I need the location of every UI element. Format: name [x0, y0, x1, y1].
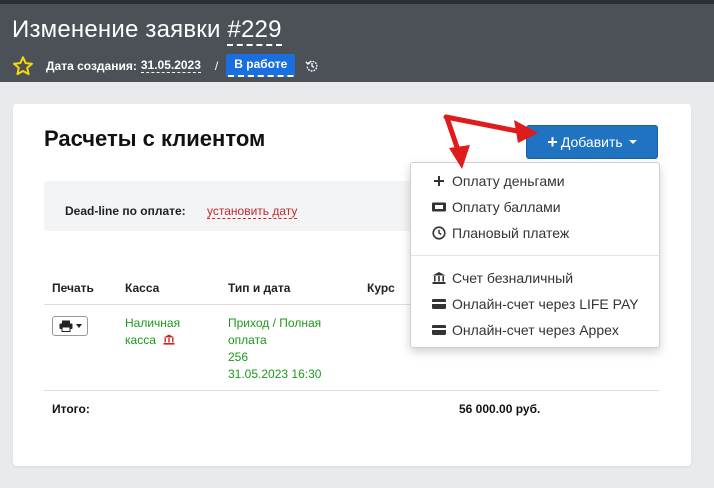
caret-down-icon — [75, 324, 82, 328]
total-label: Итого: — [52, 402, 90, 416]
add-dropdown-menu: Оплату деньгами Оплату баллами Плановый … — [410, 162, 660, 348]
kassa-line1: Наличная — [125, 316, 181, 330]
kassa-line2: касса — [125, 333, 156, 347]
menu-item-lifepay-invoice[interactable]: Онлайн-счет через LIFE PAY — [431, 294, 639, 314]
card-title: Расчеты с клиентом — [44, 126, 266, 151]
ticket-icon — [432, 202, 446, 212]
header-meta: Дата создания: 31.05.2023 / В работе — [12, 54, 319, 77]
created-date[interactable]: 31.05.2023 — [140, 58, 201, 73]
credit-card-icon — [432, 325, 446, 335]
plus-icon: + — [547, 132, 558, 152]
menu-divider — [411, 255, 659, 256]
clock-icon — [432, 226, 446, 240]
history-icon[interactable] — [305, 59, 319, 73]
add-button-label: Добавить — [560, 134, 623, 150]
menu-item-label: Счет безналичный — [452, 270, 574, 286]
col-header-print: Печать — [52, 281, 94, 295]
menu-item-planned-payment[interactable]: Плановый платеж — [431, 223, 569, 243]
kassa-cell: Наличная касса — [125, 315, 180, 349]
set-deadline-link[interactable]: установить дату — [207, 204, 298, 219]
menu-item-pay-cash[interactable]: Оплату деньгами — [431, 171, 565, 191]
credit-card-icon — [432, 299, 446, 309]
plus-icon — [434, 176, 444, 186]
star-icon[interactable] — [12, 55, 34, 77]
bank-icon[interactable] — [163, 334, 175, 345]
menu-item-appex-invoice[interactable]: Онлайн-счет через Appex — [431, 320, 619, 340]
type-line2: оплата — [228, 333, 267, 347]
type-line1: Приход / Полная — [228, 316, 322, 330]
col-header-kassa: Касса — [125, 281, 160, 295]
caret-down-icon — [628, 140, 637, 144]
separator: / — [214, 58, 219, 73]
menu-item-label: Плановый платеж — [452, 225, 570, 241]
created-label: Дата создания: — [46, 58, 137, 73]
menu-item-pay-points[interactable]: Оплату баллами — [431, 197, 561, 217]
menu-item-label: Оплату баллами — [452, 199, 561, 215]
printer-icon — [59, 320, 72, 332]
page-header: Изменение заявки #229 Дата создания: 31.… — [0, 0, 714, 82]
page-title: Изменение заявки #229 — [12, 16, 282, 46]
title-prefix: Изменение заявки — [12, 16, 228, 43]
table-row-divider — [44, 390, 659, 391]
menu-item-label: Онлайн-счет через Appex — [452, 322, 619, 338]
menu-item-label: Онлайн-счет через LIFE PAY — [452, 296, 639, 312]
type-date-cell: Приход / Полная оплата 256 31.05.2023 16… — [228, 315, 321, 383]
type-line4: 31.05.2023 16:30 — [228, 367, 322, 381]
status-badge[interactable]: В работе — [226, 54, 296, 77]
deadline-panel: Dead-line по оплате: установить дату — [44, 181, 424, 231]
add-button[interactable]: + Добавить — [526, 125, 658, 159]
menu-item-bank-invoice[interactable]: Счет безналичный — [431, 268, 573, 288]
bank-icon — [432, 272, 446, 284]
col-header-type-date: Тип и дата — [228, 281, 291, 295]
col-header-rate: Курс — [367, 281, 395, 295]
type-line3: 256 — [228, 350, 249, 364]
deadline-label: Dead-line по оплате: — [65, 204, 186, 218]
menu-item-label: Оплату деньгами — [452, 173, 565, 189]
print-button[interactable] — [52, 316, 88, 336]
total-value: 56 000.00 руб. — [459, 402, 541, 416]
order-number[interactable]: #229 — [227, 16, 282, 46]
